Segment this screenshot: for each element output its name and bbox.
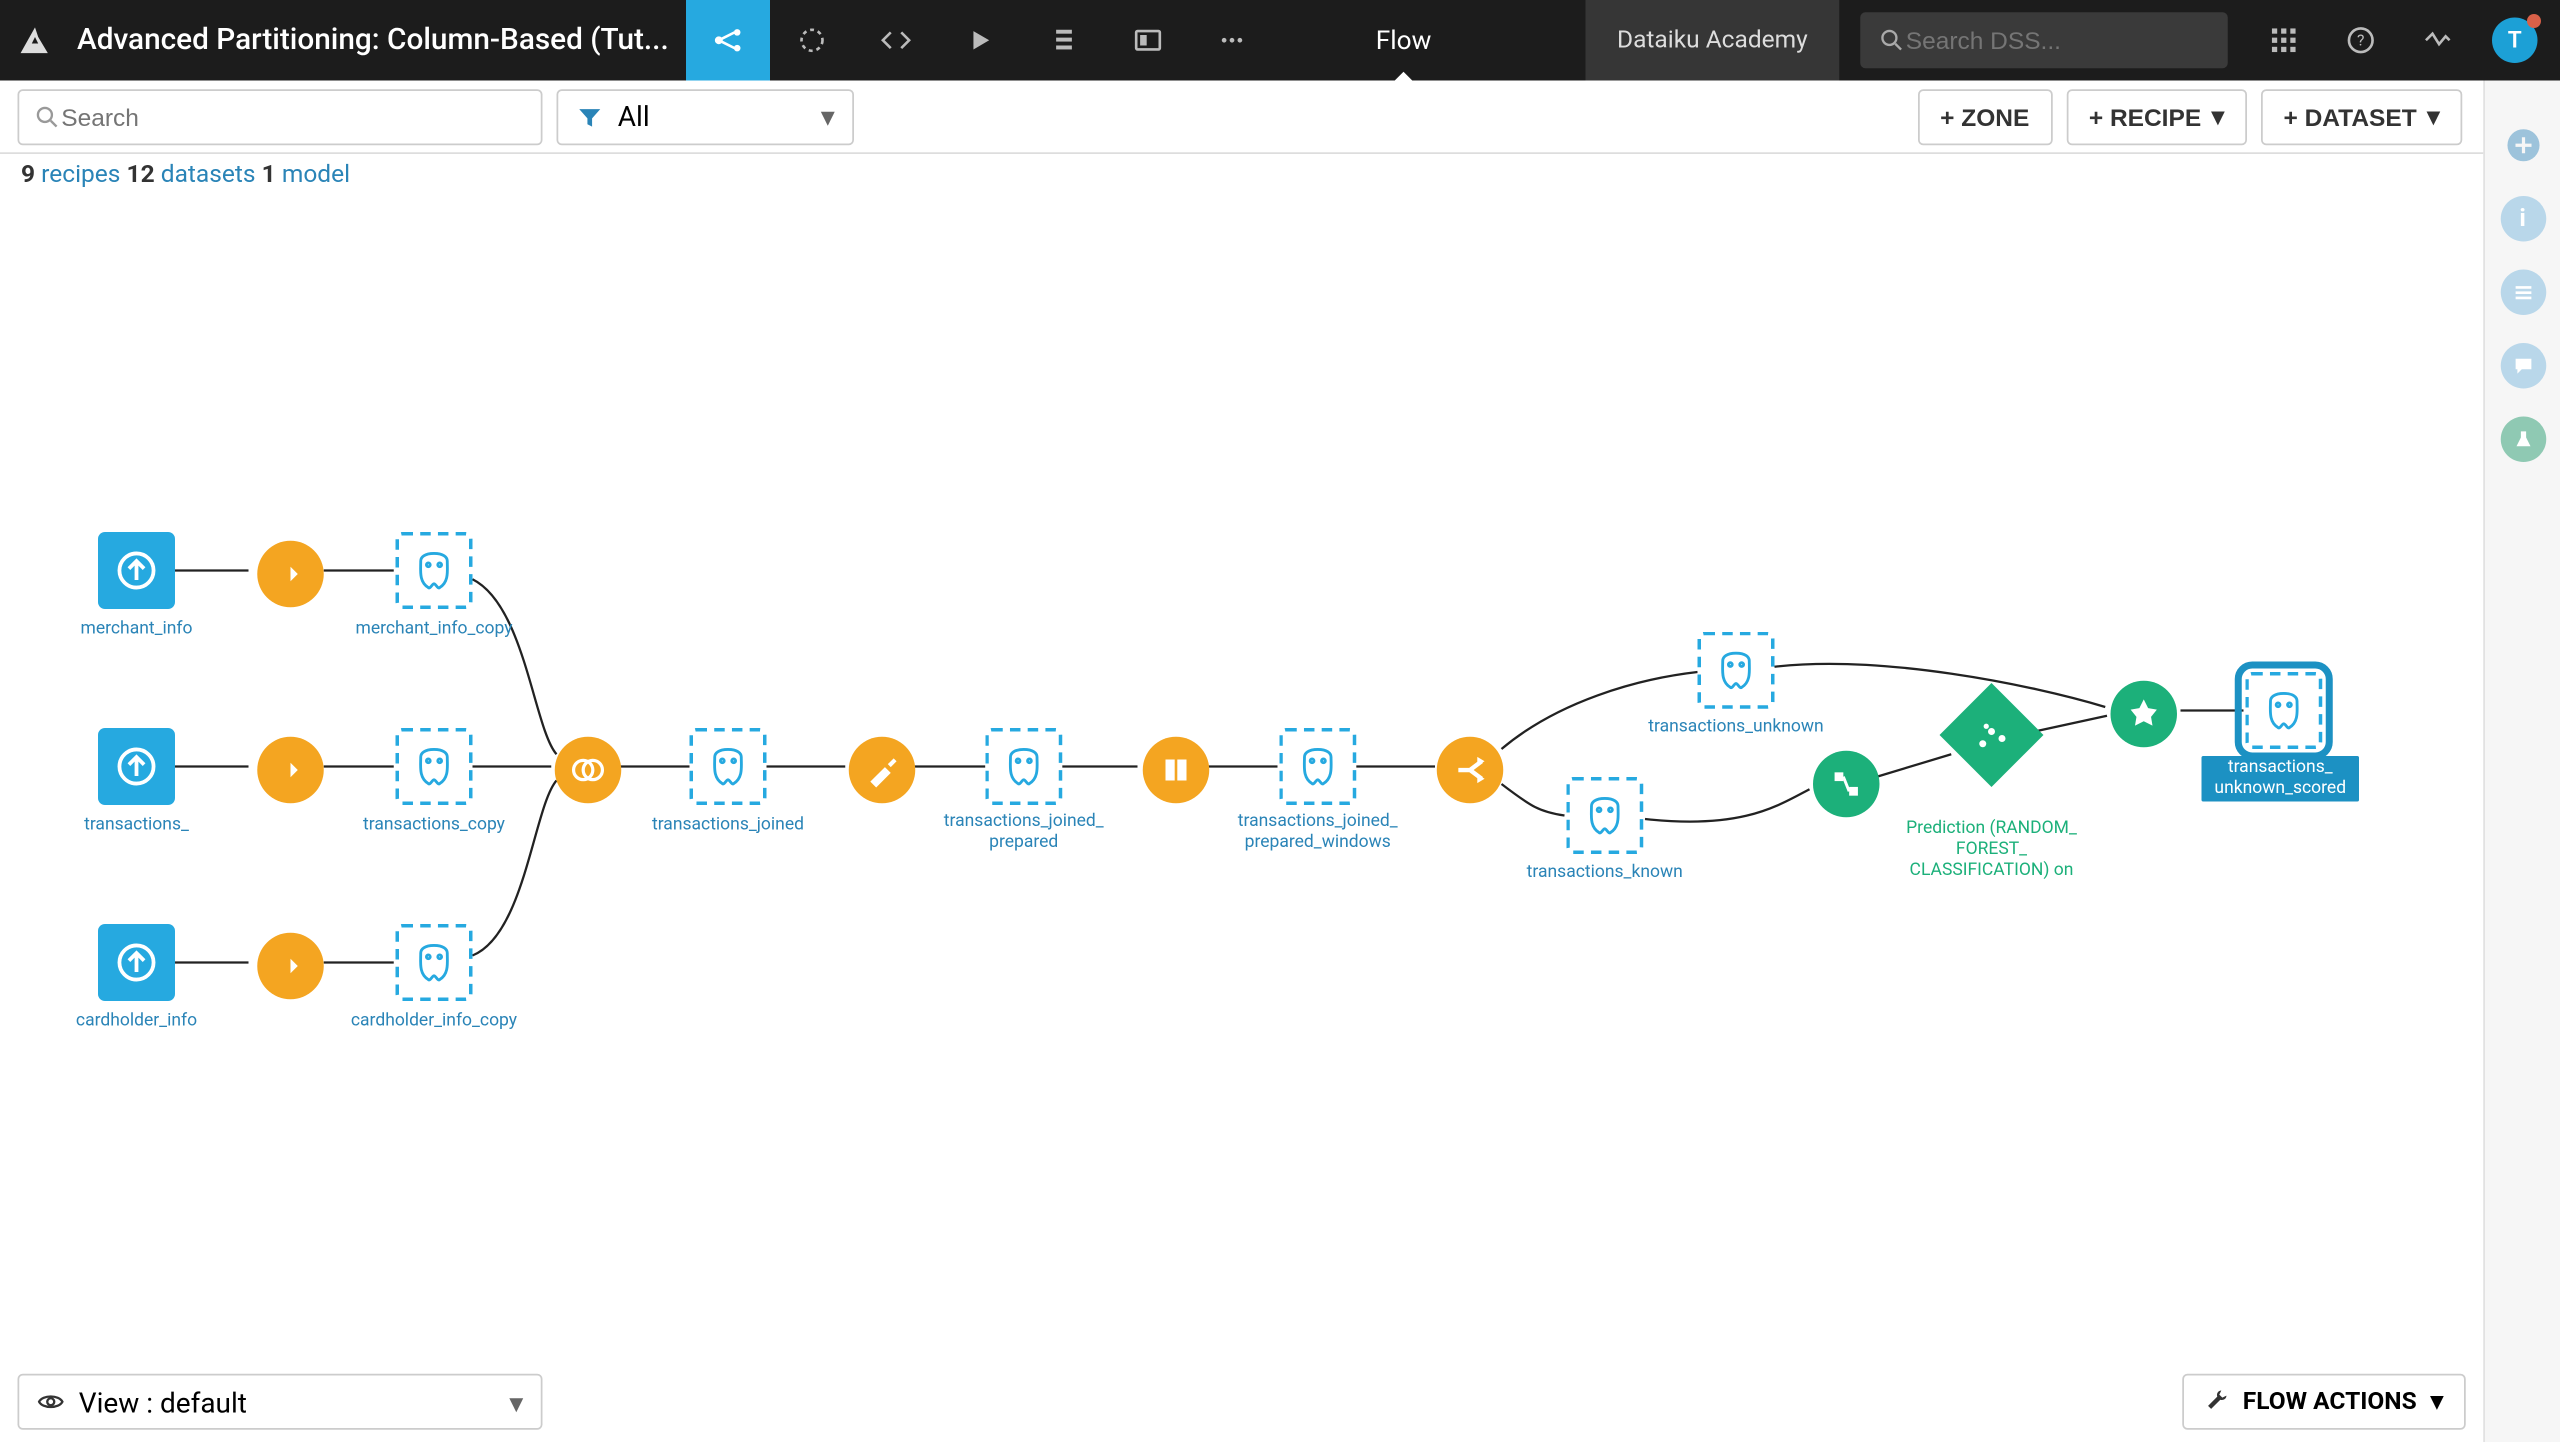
nav-dashboard-icon[interactable] xyxy=(1106,0,1190,81)
recipe-split[interactable] xyxy=(1432,732,1509,809)
flow-edges xyxy=(0,203,2483,1362)
eye-icon xyxy=(37,1388,65,1416)
dataset-label: merchant_info_copy xyxy=(329,620,539,641)
dataset-label: merchant_info xyxy=(32,620,242,641)
filter-icon xyxy=(576,102,604,130)
chevron-down-icon: ▾ xyxy=(2431,1388,2443,1416)
apps-grid-icon[interactable] xyxy=(2249,0,2319,81)
dataset-label: transactions_ xyxy=(32,816,242,837)
nav-code-icon[interactable] xyxy=(854,0,938,81)
flow-canvas[interactable]: merchant_info merchant_info_copy transac… xyxy=(0,203,2483,1362)
right-sidebar: i xyxy=(2483,81,2560,1442)
svg-text:?: ? xyxy=(2357,31,2364,50)
model-label: Prediction (RANDOM_ FOREST_ CLASSIFICATI… xyxy=(1887,819,2097,882)
global-search-input[interactable] xyxy=(1906,26,2186,54)
recipe-sync-3[interactable] xyxy=(252,928,329,1005)
flow-filter-dropdown[interactable]: All ▾ xyxy=(557,88,855,144)
dataset-transactions-joined[interactable] xyxy=(690,728,767,805)
search-icon xyxy=(33,102,61,130)
dataset-label: transactions_joined_ prepared xyxy=(919,812,1129,854)
activity-icon[interactable] xyxy=(2403,0,2473,81)
datasets-link[interactable]: datasets xyxy=(161,161,256,189)
flow-toolbar: All ▾ + ZONE + RECIPE▾ + DATASET▾ ← xyxy=(0,81,2560,155)
top-navbar: Advanced Partitioning: Column-Based (Tut… xyxy=(0,0,2560,81)
recipe-train[interactable] xyxy=(1808,746,1885,823)
wrench-icon xyxy=(2204,1390,2229,1415)
recipes-link[interactable]: recipes xyxy=(41,161,120,189)
sidebar-chat-icon[interactable] xyxy=(2500,343,2546,389)
dataset-label: transactions_copy xyxy=(329,816,539,837)
search-icon xyxy=(1878,26,1906,54)
dataset-transactions-copy[interactable] xyxy=(396,728,473,805)
user-avatar[interactable]: T xyxy=(2480,0,2550,81)
chevron-down-icon: ▾ xyxy=(2212,102,2224,132)
add-recipe-button[interactable]: + RECIPE▾ xyxy=(2066,88,2247,144)
dataset-transactions-unknown-scored[interactable] xyxy=(2245,672,2322,749)
sidebar-add-icon[interactable] xyxy=(2500,123,2546,169)
recipe-sync-1[interactable] xyxy=(252,536,329,613)
recipes-count: 9 xyxy=(21,161,35,189)
view-label: View : default xyxy=(79,1385,247,1418)
filter-label: All xyxy=(618,100,650,133)
bottom-bar: View : default ▾ FLOW ACTIONS ▾ xyxy=(0,1362,2483,1442)
dataiku-logo-icon[interactable] xyxy=(0,21,70,60)
nav-circle-icon[interactable] xyxy=(770,0,854,81)
nav-stack-icon[interactable] xyxy=(1022,0,1106,81)
global-search[interactable] xyxy=(1860,12,2228,68)
flow-actions-button[interactable]: FLOW ACTIONS ▾ xyxy=(2182,1374,2466,1430)
nav-play-icon[interactable] xyxy=(938,0,1022,81)
dataset-cardholder-info[interactable] xyxy=(98,924,175,1001)
sidebar-list-icon[interactable] xyxy=(2500,270,2546,316)
dataset-label: transactions_known xyxy=(1500,863,1710,884)
dataset-label: cardholder_info_copy xyxy=(329,1012,539,1033)
dataset-merchant-info[interactable] xyxy=(98,532,175,609)
add-zone-button[interactable]: + ZONE xyxy=(1917,88,2052,144)
add-dataset-button[interactable]: + DATASET▾ xyxy=(2261,88,2462,144)
dataset-transactions-known[interactable] xyxy=(1566,777,1643,854)
academy-link[interactable]: Dataiku Academy xyxy=(1586,0,1840,81)
sidebar-lab-icon[interactable] xyxy=(2500,417,2546,463)
chevron-down-icon: ▾ xyxy=(2427,102,2439,132)
recipe-score[interactable] xyxy=(2105,676,2182,753)
nav-more-icon[interactable] xyxy=(1190,0,1274,81)
dataset-transactions[interactable] xyxy=(98,728,175,805)
view-selector[interactable]: View : default ▾ xyxy=(18,1374,543,1430)
dataset-transactions-joined-prepared-windows[interactable] xyxy=(1279,728,1356,805)
dataset-label: transactions_joined xyxy=(623,816,833,837)
datasets-count: 12 xyxy=(127,161,155,189)
recipe-sync-2[interactable] xyxy=(252,732,329,809)
recipe-join[interactable] xyxy=(550,732,627,809)
models-count: 1 xyxy=(262,161,276,189)
models-link[interactable]: model xyxy=(282,161,350,189)
help-icon[interactable]: ? xyxy=(2326,0,2396,81)
dataset-transactions-joined-prepared[interactable] xyxy=(985,728,1062,805)
project-title[interactable]: Advanced Partitioning: Column-Based (Tut… xyxy=(70,23,686,58)
sidebar-info-icon[interactable]: i xyxy=(2500,196,2546,242)
dataset-label: cardholder_info xyxy=(32,1012,242,1033)
flow-search[interactable] xyxy=(18,88,543,144)
model-prediction[interactable] xyxy=(1953,697,2030,774)
dataset-label: transactions_unknown xyxy=(1631,718,1841,739)
dataset-cardholder-info-copy[interactable] xyxy=(396,924,473,1001)
dataset-transactions-unknown[interactable] xyxy=(1698,632,1775,709)
flow-counts: 9 recipes 12 datasets 1 model xyxy=(0,154,2560,196)
flow-search-input[interactable] xyxy=(61,102,527,130)
chevron-down-icon: ▾ xyxy=(509,1385,523,1418)
recipe-window[interactable] xyxy=(1138,732,1215,809)
dataset-label: transactions_joined_ prepared_windows xyxy=(1213,812,1423,854)
flow-nav-icon[interactable] xyxy=(686,0,770,81)
flow-tab-label[interactable]: Flow xyxy=(1344,0,1463,81)
chevron-down-icon: ▾ xyxy=(821,100,835,133)
dataset-label: transactions_ unknown_scored xyxy=(2202,756,2360,802)
recipe-prepare[interactable] xyxy=(844,732,921,809)
dataset-merchant-info-copy[interactable] xyxy=(396,532,473,609)
